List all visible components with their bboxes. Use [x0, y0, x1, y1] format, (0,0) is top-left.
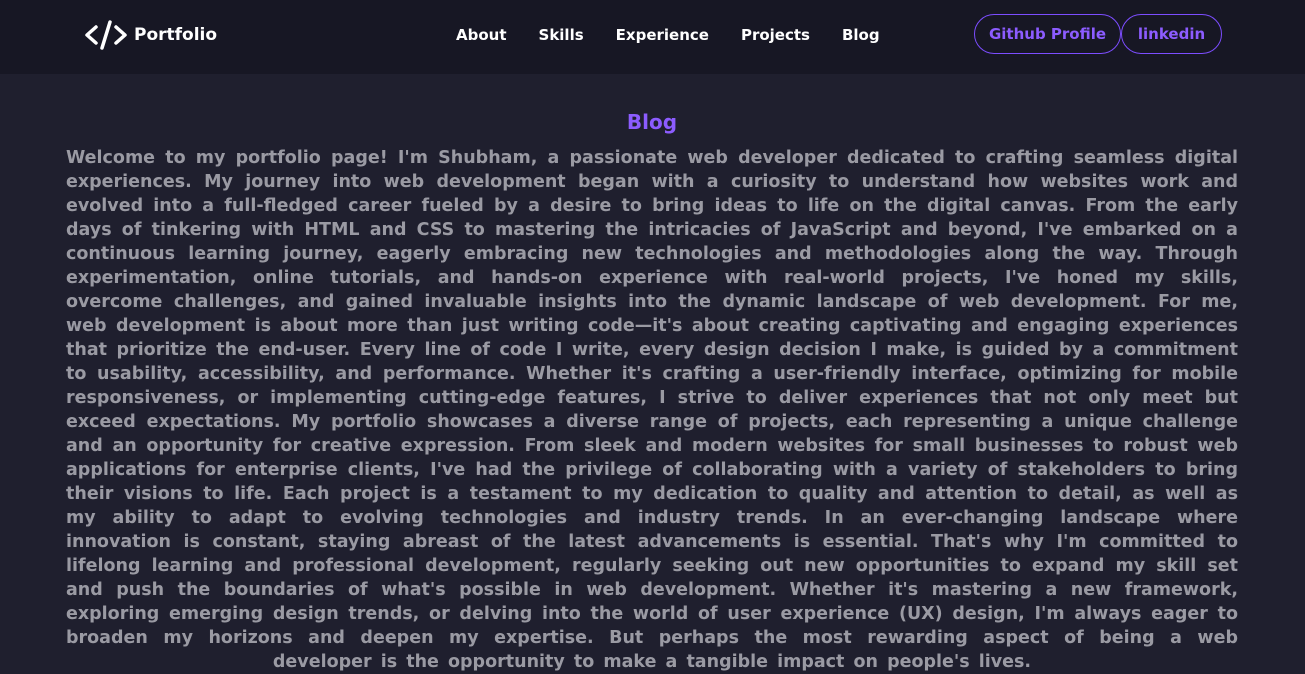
- brand-text: Portfolio: [134, 25, 218, 45]
- linkedin-button[interactable]: linkedin: [1121, 14, 1222, 54]
- nav-link-blog[interactable]: Blog: [842, 25, 880, 45]
- navbar: Portfolio About Skills Experience Projec…: [0, 0, 1305, 74]
- blog-section: Blog Welcome to my portfolio page! I'm S…: [66, 108, 1238, 674]
- nav-link-experience[interactable]: Experience: [616, 25, 709, 45]
- nav-link-projects[interactable]: Projects: [741, 25, 810, 45]
- nav-link-skills[interactable]: Skills: [539, 25, 584, 45]
- brand-link[interactable]: Portfolio: [84, 19, 217, 51]
- github-profile-button[interactable]: Github Profile: [974, 14, 1121, 54]
- nav-links: About Skills Experience Projects Blog: [456, 25, 880, 45]
- code-slash-icon: [85, 20, 127, 50]
- nav-buttons: Github Profile linkedin: [974, 14, 1222, 54]
- nav-link-about[interactable]: About: [456, 25, 507, 45]
- section-title: Blog: [626, 110, 678, 134]
- blog-body-text: Welcome to my portfolio page! I'm Shubha…: [66, 148, 1238, 672]
